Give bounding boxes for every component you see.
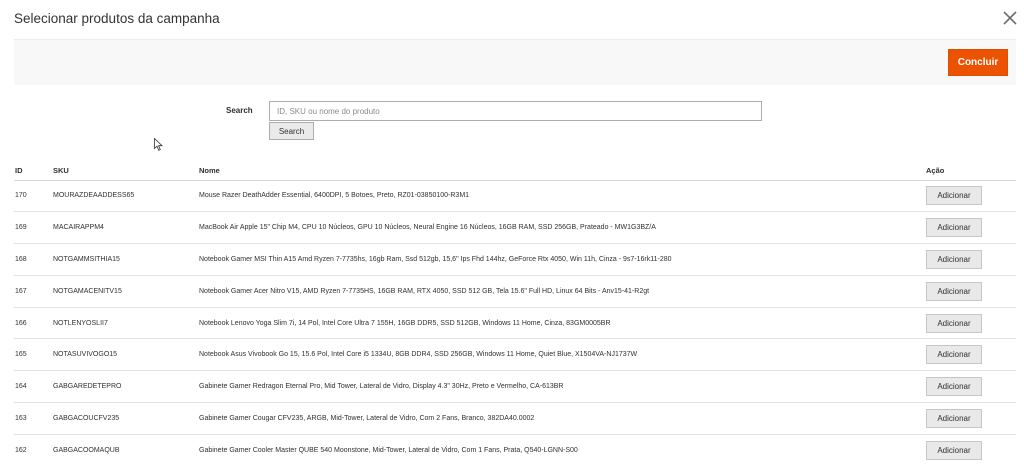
table-header-row: ID SKU Nome Ação: [14, 162, 1016, 181]
cell-name: Gabinete Gamer Cooler Master QUBE 540 Mo…: [199, 434, 926, 466]
table-row: 169 MACAIRAPPM4 MacBook Air Apple 15" Ch…: [14, 211, 1016, 245]
cell-id: 170: [14, 180, 53, 213]
add-button[interactable]: Adicionar: [926, 281, 982, 301]
cell-name: Notebook Gamer MSI Thin A15 Amd Ryzen 7-…: [199, 243, 926, 276]
close-icon[interactable]: [999, 7, 1021, 29]
table-row: 162 GABGACOOMAQUB Gabinete Gamer Cooler …: [14, 434, 1016, 466]
table-row: 164 GABGAREDETEPRO Gabinete Gamer Redrag…: [14, 370, 1016, 404]
add-button[interactable]: Adicionar: [926, 440, 982, 460]
cell-name: Notebook Asus Vivobook Go 15, 15.6 Pol, …: [199, 338, 926, 372]
column-header-id[interactable]: ID: [14, 162, 53, 181]
table-row: 167 NOTGAMACENITV15 Notebook Gamer Acer …: [14, 275, 1016, 308]
cell-name: MacBook Air Apple 15" Chip M4, CPU 10 Nú…: [199, 211, 926, 245]
cell-sku: NOTGAMMSITHIA15: [53, 243, 199, 276]
column-header-action: Ação: [926, 162, 1016, 181]
column-header-sku[interactable]: SKU: [53, 162, 199, 181]
table-row: 163 GABGACOUCFV235 Gabinete Gamer Cougar…: [14, 402, 1016, 435]
cell-sku: NOTASUVIVOGO15: [53, 338, 199, 372]
table-row: 168 NOTGAMMSITHIA15 Notebook Gamer MSI T…: [14, 243, 1016, 276]
cell-id: 164: [14, 370, 53, 404]
cell-sku: GABGACOOMAQUB: [53, 434, 199, 466]
cell-sku: NOTGAMACENITV15: [53, 275, 199, 308]
add-button[interactable]: Adicionar: [926, 408, 982, 428]
search-button[interactable]: Search: [269, 122, 314, 140]
cell-name: Notebook Gamer Acer Nitro V15, AMD Ryzen…: [199, 275, 926, 308]
add-button[interactable]: Adicionar: [926, 186, 982, 206]
products-table: ID SKU Nome Ação 170 MOURAZDEAADDESS65 M…: [14, 162, 1016, 466]
conclude-button[interactable]: Concluir: [948, 49, 1008, 76]
modal-title: Selecionar produtos da campanha: [14, 11, 220, 26]
cell-sku: MOURAZDEAADDESS65: [53, 180, 199, 213]
cell-name: Gabinete Gamer Redragon Eternal Pro, Mid…: [199, 370, 926, 404]
cell-name: Notebook Lenovo Yoga Slim 7i, 14 Pol, In…: [199, 307, 926, 340]
cell-sku: MACAIRAPPM4: [53, 211, 199, 245]
cell-sku: GABGAREDETEPRO: [53, 370, 199, 404]
column-header-name[interactable]: Nome: [199, 162, 926, 181]
mouse-cursor-icon: [154, 138, 163, 151]
cell-name: Gabinete Gamer Cougar CFV235, ARGB, Mid-…: [199, 402, 926, 435]
cell-id: 167: [14, 275, 53, 308]
cell-id: 169: [14, 211, 53, 245]
modal-action-bar: [14, 39, 1016, 85]
add-button[interactable]: Adicionar: [926, 249, 982, 269]
add-button[interactable]: Adicionar: [926, 313, 982, 333]
cell-sku: GABGACOUCFV235: [53, 402, 199, 435]
cell-id: 163: [14, 402, 53, 435]
add-button[interactable]: Adicionar: [926, 218, 982, 238]
search-label: Search: [226, 106, 253, 115]
table-row: 170 MOURAZDEAADDESS65 Mouse Razer DeathA…: [14, 180, 1016, 213]
cell-id: 166: [14, 307, 53, 340]
cell-name: Mouse Razer DeathAdder Essential, 6400DP…: [199, 180, 926, 213]
cell-id: 168: [14, 243, 53, 276]
search-input[interactable]: [269, 101, 762, 121]
table-row: 166 NOTLENYOSLII7 Notebook Lenovo Yoga S…: [14, 307, 1016, 340]
add-button[interactable]: Adicionar: [926, 345, 982, 365]
cell-sku: NOTLENYOSLII7: [53, 307, 199, 340]
table-row: 165 NOTASUVIVOGO15 Notebook Asus Vivoboo…: [14, 338, 1016, 372]
add-button[interactable]: Adicionar: [926, 377, 982, 397]
cell-id: 165: [14, 338, 53, 372]
cell-id: 162: [14, 434, 53, 466]
